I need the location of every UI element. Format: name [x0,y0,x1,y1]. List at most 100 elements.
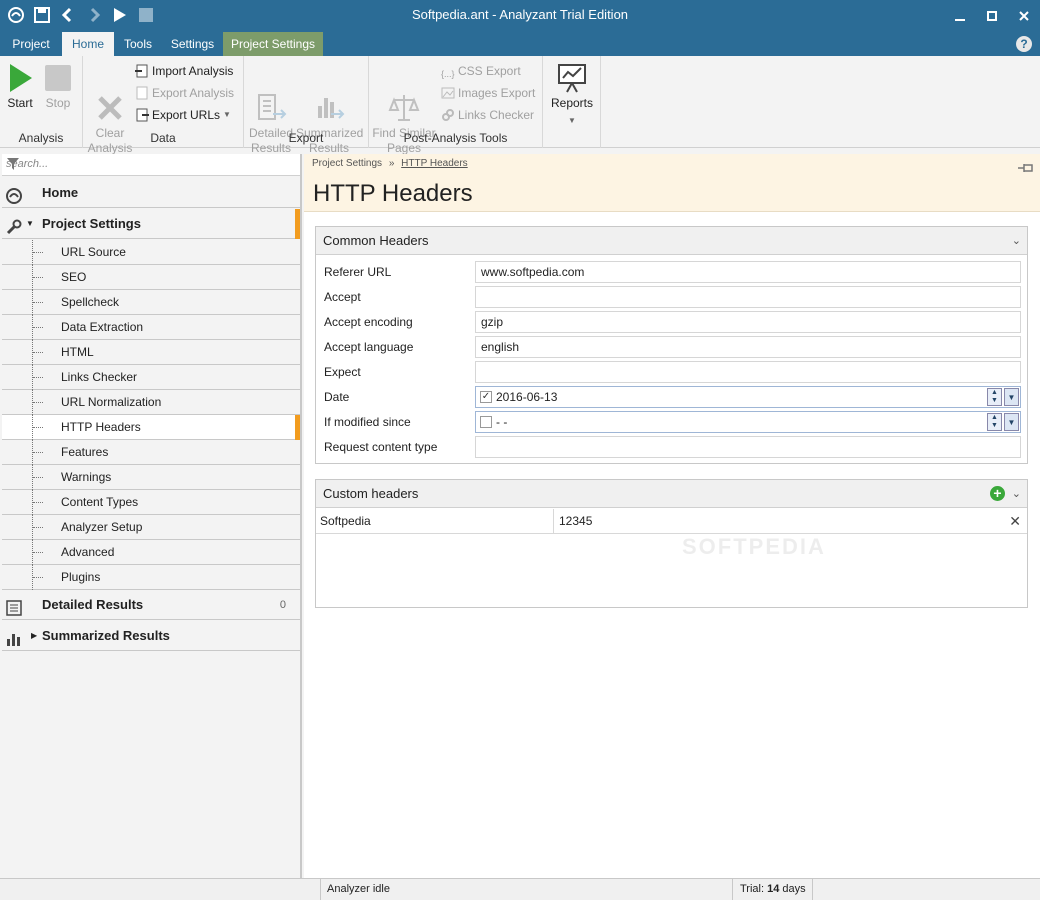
tree-connector [32,290,54,315]
tree-connector [32,465,54,490]
date-picker[interactable]: ✓ 2016-06-13 ▲ ▼ ▼ [475,386,1021,408]
reports-button[interactable]: Reports ▼ [547,62,597,128]
header-value-input[interactable] [475,436,1021,458]
field-row: Expect [324,360,1024,385]
header-value-input[interactable]: gzip [475,311,1021,333]
summarized-results-nav-label: Summarized Results [42,628,170,643]
collapsed-arrow-icon[interactable]: ▶ [31,621,37,651]
search-input[interactable]: search... [2,154,300,176]
status-divider [732,879,733,900]
stop-button[interactable]: Stop [42,62,74,111]
chevron-down-icon[interactable]: ⌄ [1012,227,1021,255]
spinner-icon[interactable]: ▲ ▼ [987,413,1002,431]
tab-project-settings[interactable]: Project Settings [223,32,323,56]
export-urls-button[interactable]: Export URLs ▼ [135,105,231,125]
header-value-input[interactable]: www.softpedia.com [475,261,1021,283]
sidebar-item-label: Content Types [61,495,139,509]
expanded-arrow-icon[interactable]: ▼ [26,209,34,239]
sidebar-item-label: URL Normalization [61,395,162,409]
group-label-data: Data [150,131,176,145]
field-label: Accept [324,290,361,304]
dropdown-arrow-icon[interactable]: ▼ [1004,388,1019,406]
table-row[interactable]: Softpedia 12345 ✕ [316,509,1027,534]
sidebar-item-label: Spellcheck [61,295,120,309]
field-row: Accept [324,285,1024,310]
common-headers-panel: Common Headers ⌄ Referer URL www.softpedi… [315,226,1028,464]
import-analysis-button[interactable]: Import Analysis [135,61,233,81]
trial-suffix: days [782,883,806,895]
ribbon-group-export: Detailed Results Summarized Results Expo… [244,56,369,155]
date-picker[interactable]: - - ▲ ▼ ▼ [475,411,1021,433]
sidebar-item-warnings[interactable]: Warnings [2,465,300,490]
enable-checkbox[interactable] [480,416,492,428]
header-value-input[interactable] [475,361,1021,383]
css-export-button[interactable]: {...} CSS Export [441,61,521,81]
custom-header-value[interactable]: 12345 [559,509,592,534]
sidebar-item-data-extraction[interactable]: Data Extraction [2,315,300,340]
field-label: Referer URL [324,265,392,279]
chevron-down-icon[interactable]: ⌄ [1012,480,1021,508]
enable-checkbox[interactable]: ✓ [480,391,492,403]
common-headers-header[interactable]: Common Headers ⌄ [316,227,1027,255]
sidebar-item-label: Data Extraction [61,320,144,334]
custom-headers-header[interactable]: Custom headers + ⌄ [316,480,1027,508]
stop-icon [42,62,74,94]
pin-icon[interactable] [1018,162,1034,176]
sidebar-item-advanced[interactable]: Advanced [2,540,300,565]
scales-icon [388,77,420,121]
tree-connector [32,390,54,415]
sidebar-item-summarized-results[interactable]: ▶ Summarized Results [2,621,300,651]
sidebar-item-analyzer-setup[interactable]: Analyzer Setup [2,515,300,540]
close-icon[interactable] [1008,0,1040,32]
sidebar-item-detailed-results[interactable]: Detailed Results 0 [2,590,300,620]
dropdown-arrow-icon[interactable]: ▼ [1004,413,1019,431]
sidebar-item-url-normalization[interactable]: URL Normalization [2,390,300,415]
breadcrumb-separator: » [388,158,395,169]
images-export-button[interactable]: Images Export [441,83,535,103]
tab-tools[interactable]: Tools [114,32,162,56]
tree-connector [32,315,54,340]
window-title: Softpedia.ant - Analyzant Trial Edition [411,7,629,22]
detailed-results-icon [255,77,287,120]
css-export-label: CSS Export [458,64,521,78]
sidebar-item-html[interactable]: HTML [2,340,300,365]
custom-header-name[interactable]: Softpedia [320,509,371,534]
help-icon[interactable]: ? [1016,36,1032,52]
breadcrumb-current[interactable]: HTTP Headers [401,158,468,169]
tab-settings[interactable]: Settings [162,32,223,56]
sidebar-item-http-headers[interactable]: HTTP Headers [2,415,300,440]
home-label: Home [42,185,79,200]
sidebar-item-features[interactable]: Features [2,440,300,465]
sidebar-item-label: Warnings [61,470,112,484]
sidebar-item-url-source[interactable]: URL Source [2,240,300,265]
spinner-icon[interactable]: ▲ ▼ [987,388,1002,406]
window-controls [944,0,1040,32]
header-value-input[interactable]: english [475,336,1021,358]
sidebar: search... Home ▼ Project Settings URL So… [0,154,302,878]
sidebar-item-project-settings[interactable]: ▼ Project Settings [2,209,300,239]
add-header-icon[interactable]: + [990,486,1005,501]
tab-home[interactable]: Home [62,32,114,56]
sidebar-item-content-types[interactable]: Content Types [2,490,300,515]
links-checker-button[interactable]: Links Checker [441,105,534,125]
sidebar-item-label: URL Source [61,245,126,259]
export-analysis-button[interactable]: Export Analysis [135,83,234,103]
sidebar-item-home[interactable]: Home [2,178,300,208]
start-button[interactable]: Start [4,62,36,111]
sidebar-item-links-checker[interactable]: Links Checker [2,365,300,390]
minimize-icon[interactable] [944,0,976,32]
sidebar-item-spellcheck[interactable]: Spellcheck [2,290,300,315]
tab-project[interactable]: Project [0,32,62,56]
tree-connector [32,340,54,365]
header-value-input[interactable] [475,286,1021,308]
breadcrumb-root[interactable]: Project Settings [312,158,382,169]
sidebar-item-plugins[interactable]: Plugins [2,565,300,590]
image-icon [441,86,455,100]
maximize-icon[interactable] [976,0,1008,32]
presentation-chart-icon [556,62,588,94]
group-label-analysis: Analysis [18,131,64,145]
field-label: Date [324,390,350,404]
delete-row-icon[interactable]: ✕ [1009,509,1021,534]
filter-icon[interactable] [6,157,294,174]
sidebar-item-seo[interactable]: SEO [2,265,300,290]
